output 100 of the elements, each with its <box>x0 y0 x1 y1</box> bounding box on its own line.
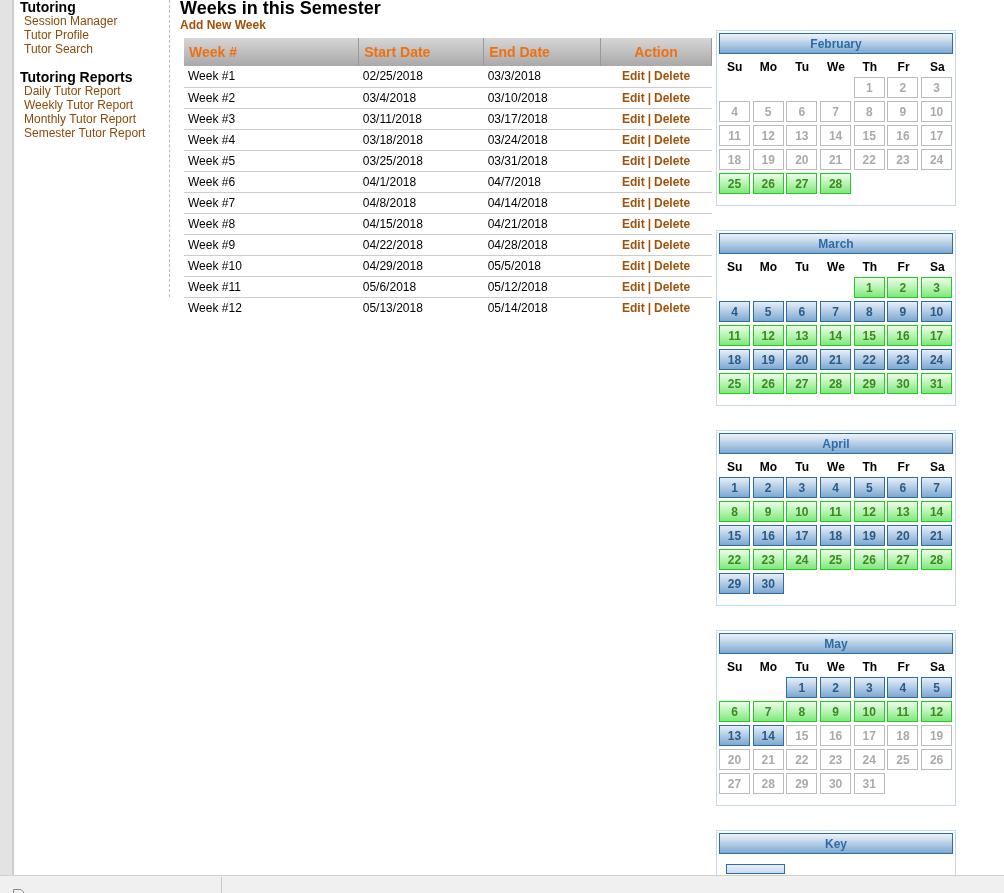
sidebar-link[interactable]: Tutor Search <box>20 42 169 56</box>
calendar-day[interactable]: 11 <box>820 501 852 522</box>
calendar-day[interactable]: 25 <box>719 373 750 394</box>
calendar-day[interactable]: 24 <box>921 349 953 370</box>
delete-link[interactable]: Delete <box>654 279 691 294</box>
sidebar-link[interactable]: Semester Tutor Report <box>20 126 169 140</box>
calendar-day[interactable]: 21 <box>820 349 852 370</box>
calendar-day[interactable]: 7 <box>820 101 852 122</box>
calendar-day[interactable]: 20 <box>786 149 818 170</box>
calendar-day[interactable]: 1 <box>853 77 885 98</box>
calendar-day[interactable]: 25 <box>719 173 750 194</box>
calendar-day[interactable]: 2 <box>887 77 919 98</box>
calendar-day[interactable]: 22 <box>853 349 885 370</box>
calendar-day[interactable]: 5 <box>752 101 784 122</box>
edit-link[interactable]: Edit <box>622 90 645 105</box>
calendar-day[interactable]: 22 <box>786 749 818 770</box>
calendar-day[interactable]: 13 <box>786 125 818 146</box>
calendar-day[interactable]: 20 <box>719 749 750 770</box>
sidebar-link[interactable]: Weekly Tutor Report <box>20 98 169 112</box>
sidebar-link[interactable]: Monthly Tutor Report <box>20 112 169 126</box>
edit-link[interactable]: Edit <box>622 153 645 168</box>
calendar-day[interactable]: 13 <box>786 325 818 346</box>
calendar-day[interactable]: 31 <box>921 373 953 394</box>
calendar-day[interactable]: 26 <box>921 749 953 770</box>
calendar-day[interactable]: 25 <box>887 749 919 770</box>
calendar-day[interactable]: 9 <box>752 501 784 522</box>
calendar-day[interactable]: 15 <box>786 725 818 746</box>
delete-link[interactable]: Delete <box>654 216 691 231</box>
calendar-day[interactable]: 12 <box>752 325 784 346</box>
calendar-day[interactable]: 4 <box>719 301 750 322</box>
calendar-day[interactable]: 10 <box>921 101 953 122</box>
calendar-day[interactable]: 16 <box>887 125 919 146</box>
calendar-day[interactable]: 15 <box>853 325 885 346</box>
calendar-day[interactable]: 22 <box>853 149 885 170</box>
calendar-day[interactable]: 1 <box>853 277 885 298</box>
calendar-day[interactable]: 6 <box>786 101 818 122</box>
calendar-day[interactable]: 5 <box>853 477 885 498</box>
calendar-day[interactable]: 12 <box>921 701 953 722</box>
calendar-day[interactable]: 5 <box>752 301 784 322</box>
calendar-day[interactable]: 23 <box>887 349 919 370</box>
calendar-day[interactable]: 14 <box>820 325 852 346</box>
edit-link[interactable]: Edit <box>622 216 645 231</box>
calendar-day[interactable]: 3 <box>786 477 818 498</box>
edit-link[interactable]: Edit <box>622 279 645 294</box>
calendar-day[interactable]: 22 <box>719 549 750 570</box>
sidebar-link[interactable]: Daily Tutor Report <box>20 84 169 98</box>
calendar-day[interactable]: 24 <box>921 149 953 170</box>
edit-link[interactable]: Edit <box>622 258 645 273</box>
edit-link[interactable]: Edit <box>622 195 645 210</box>
delete-link[interactable]: Delete <box>654 258 691 273</box>
calendar-day[interactable]: 9 <box>887 301 919 322</box>
calendar-day[interactable]: 19 <box>853 525 885 546</box>
calendar-day[interactable]: 13 <box>719 725 750 746</box>
calendar-day[interactable]: 18 <box>719 349 750 370</box>
edit-link[interactable]: Edit <box>622 69 645 84</box>
calendar-day[interactable]: 26 <box>752 373 784 394</box>
calendar-day[interactable]: 8 <box>853 301 885 322</box>
calendar-day[interactable]: 14 <box>820 125 852 146</box>
calendar-day[interactable]: 10 <box>921 301 953 322</box>
calendar-day[interactable]: 2 <box>752 477 784 498</box>
calendar-day[interactable]: 20 <box>887 525 919 546</box>
edit-link[interactable]: Edit <box>622 174 645 189</box>
calendar-day[interactable]: 9 <box>820 701 852 722</box>
calendar-day[interactable]: 28 <box>820 373 852 394</box>
calendar-day[interactable]: 20 <box>786 349 818 370</box>
calendar-day[interactable]: 18 <box>820 525 852 546</box>
calendar-day[interactable]: 7 <box>921 477 953 498</box>
calendar-day[interactable]: 11 <box>887 701 919 722</box>
calendar-day[interactable]: 17 <box>921 125 953 146</box>
sidebar-link[interactable]: Session Manager <box>20 14 169 28</box>
edit-link[interactable]: Edit <box>622 132 645 147</box>
calendar-day[interactable]: 29 <box>853 373 885 394</box>
calendar-day[interactable]: 30 <box>887 373 919 394</box>
calendar-day[interactable]: 17 <box>786 525 818 546</box>
calendar-day[interactable]: 8 <box>786 701 818 722</box>
calendar-day[interactable]: 14 <box>921 501 953 522</box>
calendar-day[interactable]: 29 <box>719 573 750 594</box>
calendar-day[interactable]: 7 <box>752 701 784 722</box>
calendar-day[interactable]: 11 <box>719 125 750 146</box>
calendar-day[interactable]: 10 <box>786 501 818 522</box>
sidebar-link[interactable]: Tutor Profile <box>20 28 169 42</box>
calendar-day[interactable]: 27 <box>887 549 919 570</box>
calendar-day[interactable]: 16 <box>752 525 784 546</box>
calendar-day[interactable]: 6 <box>887 477 919 498</box>
calendar-day[interactable]: 1 <box>719 477 750 498</box>
calendar-day[interactable]: 27 <box>786 173 818 194</box>
calendar-day[interactable]: 3 <box>921 277 953 298</box>
calendar-day[interactable]: 21 <box>820 149 852 170</box>
calendar-day[interactable]: 21 <box>921 525 953 546</box>
calendar-day[interactable]: 2 <box>820 677 852 698</box>
calendar-day[interactable]: 19 <box>921 725 953 746</box>
edit-link[interactable]: Edit <box>622 237 645 252</box>
calendar-day[interactable]: 24 <box>853 749 885 770</box>
calendar-day[interactable]: 26 <box>853 549 885 570</box>
calendar-day[interactable]: 4 <box>719 101 750 122</box>
calendar-day[interactable]: 23 <box>887 149 919 170</box>
calendar-day[interactable]: 28 <box>752 773 784 794</box>
calendar-day[interactable]: 18 <box>887 725 919 746</box>
calendar-day[interactable]: 5 <box>921 677 953 698</box>
calendar-day[interactable]: 29 <box>786 773 818 794</box>
